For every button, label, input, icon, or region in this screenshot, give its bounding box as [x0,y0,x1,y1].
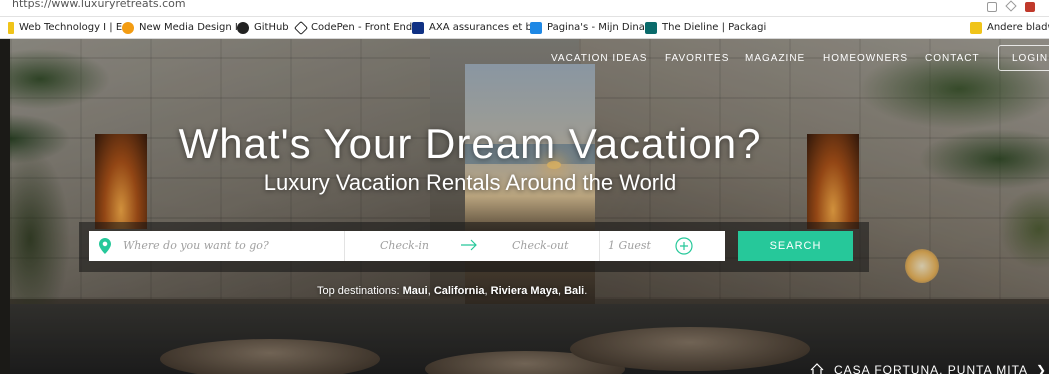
divider [599,231,600,261]
bookmark-axa[interactable]: AXA assurances et ba [412,21,538,34]
destination-link-riviera-maya[interactable]: Riviera Maya [491,285,558,297]
separator: . [584,285,588,297]
codepen-icon [293,20,309,35]
destination-link-california[interactable]: California [434,285,485,297]
pagina-icon [530,21,542,34]
url-text[interactable]: https://www.luxuryretreats.com [12,0,186,10]
page-subtitle: Luxury Vacation Rentals Around the World [263,170,677,195]
nav-magazine[interactable]: MAGAZINE [745,53,805,64]
page-title: What's Your Dream Vacation? [178,120,762,167]
bookmark-new-media-design[interactable]: New Media Design I [122,21,238,34]
bookmark-github[interactable]: GitHub [237,21,289,34]
property-caption: CASA FORTUNA, PUNTA MITA ❯ [810,363,1047,374]
destination-link-maui[interactable]: Maui [403,285,428,297]
bookmark-web-technology[interactable]: Web Technology I | E [8,21,123,34]
hero-overlay [10,39,1049,374]
bookmark-dieline[interactable]: The Dieline | Packagi [645,21,767,34]
bookmark-label: Pagina's - Mijn Dinar [547,22,649,33]
github-icon [237,21,249,34]
nav-favorites[interactable]: FAVORITES [665,53,729,64]
address-bar[interactable]: https://www.luxuryretreats.com [0,0,1049,17]
bookmark-label: CodePen - Front End [311,22,413,33]
bookmark-label: GitHub [254,22,289,33]
house-icon [810,363,824,374]
dieline-icon [645,21,657,34]
nav-contact[interactable]: CONTACT [925,53,980,64]
extension-icon[interactable] [987,2,997,12]
profile-icon[interactable] [1025,2,1035,12]
bookmark-label: Web Technology I | E [19,22,123,33]
bookmark-paginas[interactable]: Pagina's - Mijn Dinar [530,21,649,34]
nav-homeowners[interactable]: HOMEOWNERS [823,53,908,64]
top-destinations: Top destinations: Maui, California, Rivi… [317,285,587,297]
search-form: Where do you want to go? Check-in Check-… [89,231,725,261]
divider [344,231,345,261]
bookmark-label: New Media Design I [139,22,238,33]
axa-icon [412,21,424,34]
bookmark-codepen[interactable]: CodePen - Front End [293,20,413,35]
checkin-field[interactable]: Check-in [380,239,429,252]
bookmark-label: AXA assurances et ba [429,22,538,33]
bookmarks-bar: Web Technology I | E New Media Design I … [0,17,1049,39]
checkout-field[interactable]: Check-out [512,239,569,252]
nav-vacation-ideas[interactable]: VACATION IDEAS [551,53,647,64]
plus-circle-icon[interactable] [675,237,693,255]
property-name-link[interactable]: CASA FORTUNA, PUNTA MITA [834,363,1028,374]
folder-icon [970,21,982,34]
folder-icon [8,21,14,34]
top-destinations-label: Top destinations: [317,285,400,297]
bookmark-label: The Dieline | Packagi [662,22,767,33]
arrow-right-icon [461,239,477,251]
search-button[interactable]: SEARCH [738,231,853,261]
destination-link-bali[interactable]: Bali [564,285,584,297]
location-pin-icon [99,238,111,254]
chevron-right-icon[interactable]: ❯ [1036,363,1047,374]
hero-image [10,39,1049,374]
login-button[interactable]: LOGIN [998,45,1049,71]
guests-field[interactable]: 1 Guest [608,239,651,252]
orange-circle-icon [122,21,134,34]
bookmark-star-icon[interactable] [1005,0,1017,12]
bookmark-label: Andere bladwij [987,22,1049,33]
destination-input[interactable]: Where do you want to go? [123,239,269,252]
bookmark-other[interactable]: Andere bladwij [970,21,1049,34]
